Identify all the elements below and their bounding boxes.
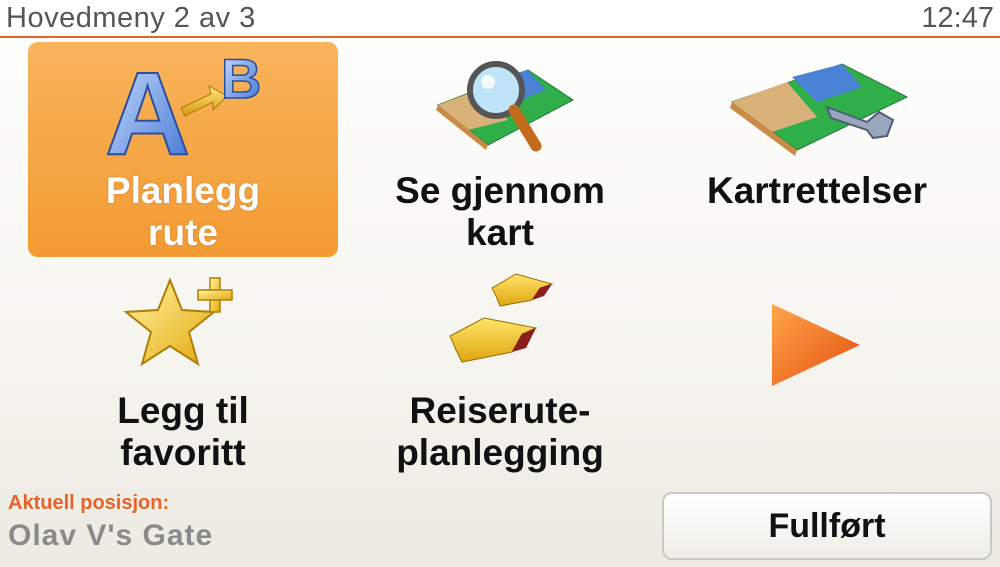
svg-text:B: B: [221, 47, 261, 110]
current-position-label: Aktuell posisjon:: [8, 492, 170, 514]
menu-item-label: Reiserute-: [409, 390, 591, 431]
menu-item-label: Legg til: [117, 390, 249, 431]
menu-item-map-corrections[interactable]: Kartrettelser: [662, 42, 972, 257]
map-magnifier-icon: [436, 61, 574, 152]
next-page-arrow-icon[interactable]: [768, 300, 864, 390]
menu-item-label: Se gjennom: [395, 170, 605, 211]
page-title: Hovedmeny 2 av 3: [6, 2, 256, 34]
menu-item-plan-route[interactable]: A B Planlegg rute: [28, 42, 338, 257]
menu-item-label: kart: [466, 212, 534, 253]
menu-item-label: planlegging: [396, 432, 604, 473]
itinerary-arrows-icon: [449, 273, 554, 363]
menu-item-label: rute: [148, 212, 218, 253]
clock: 12:47: [921, 2, 994, 34]
menu-item-label: Kartrettelser: [706, 170, 928, 211]
menu-item-label: Planlegg: [105, 170, 261, 211]
current-position-value: Olav V's Gate: [8, 519, 214, 552]
status-bar: Hovedmeny 2 av 3 12:47: [0, 0, 1000, 38]
done-button[interactable]: Fullført: [662, 492, 992, 560]
menu-item-add-favorite[interactable]: Legg til favoritt: [28, 262, 338, 477]
route-ab-icon: A B: [104, 46, 262, 164]
menu-item-browse-map[interactable]: Se gjennom kart: [345, 42, 655, 257]
menu-item-label: favoritt: [120, 432, 246, 473]
svg-text:A: A: [105, 48, 190, 164]
map-wrench-icon: [730, 63, 909, 156]
star-plus-icon: [123, 277, 233, 367]
menu-item-itinerary-planning[interactable]: Reiserute- planlegging: [345, 262, 655, 477]
